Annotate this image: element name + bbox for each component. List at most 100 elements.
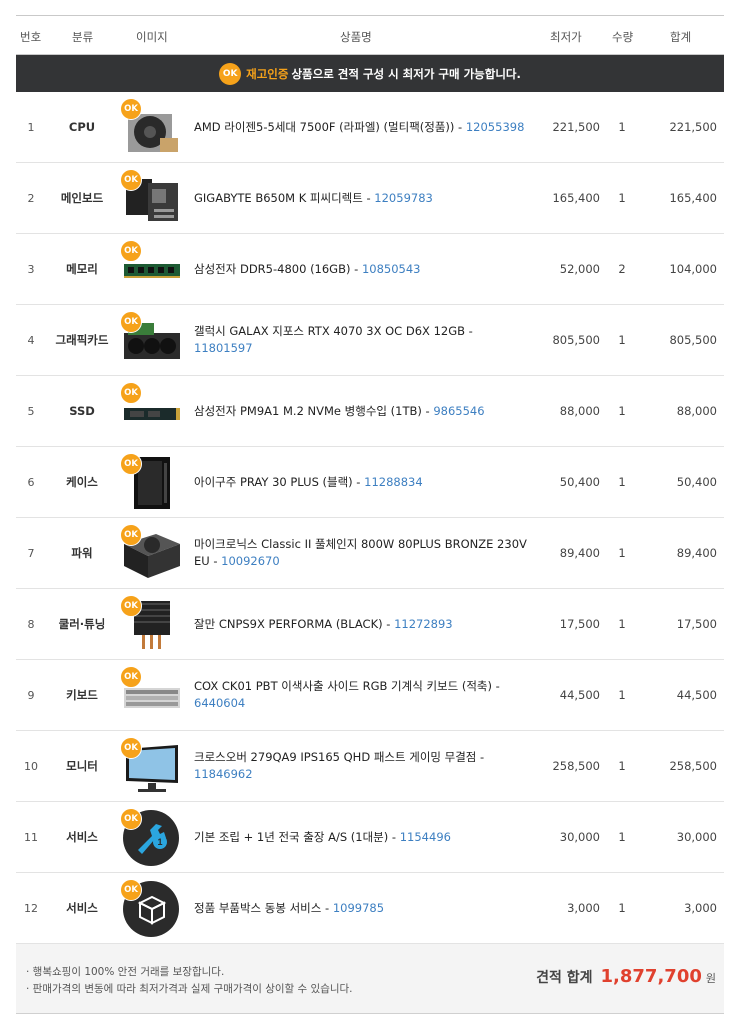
row-price: 89,400 <box>559 546 600 560</box>
product-code-link[interactable]: 9865546 <box>433 404 484 418</box>
product-code-link[interactable]: 11846962 <box>194 767 253 781</box>
stock-certified-banner: OK 재고인증 상품으로 견적 구성 시 최저가 구매 가능합니다. <box>16 55 724 92</box>
product-image[interactable]: OK 1 <box>120 808 182 866</box>
product-image[interactable]: OK <box>120 595 182 653</box>
row-price: 50,400 <box>559 475 600 489</box>
product-name: 기본 조립 + 1년 전국 출장 A/S (1대분) - 1154496 <box>194 829 451 844</box>
product-title: COX CK01 PBT 이색사출 사이드 RGB 기계식 키보드 (적축) <box>194 679 492 693</box>
row-sum: 104,000 <box>669 262 717 276</box>
header-qty: 수량 <box>612 30 634 44</box>
header-no: 번호 <box>20 30 42 44</box>
row-quantity: 1 <box>618 333 626 347</box>
product-code-link[interactable]: 10092670 <box>221 554 280 568</box>
ok-badge-icon: OK <box>120 595 142 617</box>
row-sum: 50,400 <box>676 475 717 489</box>
product-title: 갤럭시 GALAX 지포스 RTX 4070 3X OC D6X 12GB <box>194 324 466 338</box>
row-price: 165,400 <box>552 191 600 205</box>
row-quantity: 1 <box>618 546 626 560</box>
row-category: 쿨러·튜닝 <box>58 617 106 631</box>
header-image: 이미지 <box>136 30 168 44</box>
row-price: 805,500 <box>552 333 600 347</box>
table-row: 9 키보드 OK COX CK01 PBT 이색사출 사이드 RGB 기계식 키보드 … <box>16 660 724 731</box>
product-code-link[interactable]: 1099785 <box>333 901 384 915</box>
product-image[interactable]: OK <box>120 666 182 724</box>
row-sum: 3,000 <box>684 901 717 915</box>
product-title: 삼성전자 PM9A1 M.2 NVMe 병행수입 (1TB) <box>194 403 422 418</box>
row-number: 6 <box>27 475 35 489</box>
row-price: 17,500 <box>559 617 600 631</box>
product-code-link[interactable]: 12059783 <box>374 191 433 205</box>
product-name: AMD 라이젠5-5세대 7500F (라파엘) (멀티팩(정품)) - 120… <box>194 119 525 134</box>
ok-badge-icon: OK <box>120 382 142 404</box>
product-title: 기본 조립 + 1년 전국 출장 A/S (1대분) <box>194 829 389 844</box>
product-title: 아이구주 PRAY 30 PLUS (블랙) <box>194 474 353 489</box>
product-image[interactable]: OK <box>120 453 182 511</box>
product-title: GIGABYTE B650M K 피씨디렉트 <box>194 190 363 205</box>
estimate-total: 견적 합계 1,877,700 원 <box>536 966 716 987</box>
product-image[interactable]: OK <box>120 879 182 937</box>
table-row: 10 모니터 OK 크로스오버 279QA9 IPS165 QHD 패스트 게이밍 무… <box>16 731 724 802</box>
item-list: 1 CPU OK AMD 라이젠5-5세대 7500F (라파엘) (멀티팩(정품))… <box>16 92 724 944</box>
table-row: 3 메모리 OK 삼성전자 DDR5-4800 (16GB) - 10850543 52… <box>16 234 724 305</box>
row-quantity: 1 <box>618 688 626 702</box>
total-unit: 원 <box>705 972 716 985</box>
footer-note: · 판매가격의 변동에 따라 최저가격과 실제 구매가격이 상이할 수 있습니다… <box>26 983 353 995</box>
table-row: 7 파워 OK 마이크로닉스 Classic II 풀체인지 800W 80PLUS … <box>16 518 724 589</box>
row-category: 서비스 <box>66 830 98 844</box>
footer-note: · 행복쇼핑이 100% 안전 거래를 보장합니다. <box>26 966 225 978</box>
product-name: 삼성전자 PM9A1 M.2 NVMe 병행수입 (1TB) - 9865546 <box>194 403 485 418</box>
header-price: 최저가 <box>550 30 582 44</box>
row-quantity: 1 <box>618 759 626 773</box>
ok-badge-icon: OK <box>120 311 142 333</box>
product-image[interactable]: OK <box>120 169 182 227</box>
product-code-link[interactable]: 1154496 <box>400 830 451 844</box>
row-sum: 89,400 <box>676 546 717 560</box>
product-image[interactable]: OK <box>120 240 182 298</box>
product-code-link[interactable]: 11801597 <box>194 341 253 355</box>
row-quantity: 1 <box>618 901 626 915</box>
row-price: 52,000 <box>559 262 600 276</box>
header-sum: 합계 <box>670 30 692 44</box>
row-category: 메모리 <box>66 262 98 276</box>
row-price: 30,000 <box>559 830 600 844</box>
product-image[interactable]: OK <box>120 311 182 369</box>
row-number: 5 <box>27 404 35 418</box>
product-title: 잘만 CNPS9X PERFORMA (BLACK) <box>194 616 383 631</box>
row-price: 88,000 <box>559 404 600 418</box>
row-category: 키보드 <box>66 688 98 702</box>
row-price: 3,000 <box>567 901 600 915</box>
row-sum: 17,500 <box>676 617 717 631</box>
product-title: 크로스오버 279QA9 IPS165 QHD 패스트 게이밍 무결점 <box>194 750 477 764</box>
table-header: 번호 분류 이미지 상품명 최저가 수량 합계 <box>16 15 724 55</box>
row-category: 그래픽카드 <box>55 333 109 347</box>
row-number: 12 <box>24 901 38 915</box>
ok-badge-icon: OK <box>120 169 142 191</box>
table-row: 12 서비스 OK 정품 부품박스 동봉 서비스 - 1099785 3,000 1 3,0… <box>16 873 724 944</box>
row-category: SSD <box>69 404 95 418</box>
row-category: 케이스 <box>66 475 98 489</box>
product-title: 정품 부품박스 동봉 서비스 <box>194 900 322 915</box>
ok-badge-icon: OK <box>219 62 242 85</box>
product-name: GIGABYTE B650M K 피씨디렉트 - 12059783 <box>194 190 433 205</box>
table-row: 11 서비스 OK 1 기본 조립 + 1년 전국 출장 A/S (1대분) - 115… <box>16 802 724 873</box>
product-code-link[interactable]: 10850543 <box>362 262 421 276</box>
row-category: 파워 <box>71 546 93 560</box>
row-number: 9 <box>27 688 35 702</box>
product-code-link[interactable]: 11288834 <box>364 475 423 489</box>
header-name: 상품명 <box>340 30 372 44</box>
product-image[interactable]: OK <box>120 382 182 440</box>
footer-notes: · 행복쇼핑이 100% 안전 거래를 보장합니다. · 판매가격의 변동에 따… <box>26 964 353 998</box>
table-row: 4 그래픽카드 OK 갤럭시 GALAX 지포스 RTX 4070 3X OC D6X… <box>16 305 724 376</box>
row-sum: 30,000 <box>676 830 717 844</box>
product-image[interactable]: OK <box>120 524 182 582</box>
ok-badge-icon: OK <box>120 737 142 759</box>
row-quantity: 2 <box>618 262 626 276</box>
row-sum: 44,500 <box>676 688 717 702</box>
row-category: 메인보드 <box>60 191 104 205</box>
row-quantity: 1 <box>618 404 626 418</box>
product-name: 잘만 CNPS9X PERFORMA (BLACK) - 11272893 <box>194 616 453 631</box>
product-image[interactable]: OK <box>120 98 182 156</box>
product-image[interactable]: OK <box>120 737 182 795</box>
product-code-link[interactable]: 11272893 <box>394 617 453 631</box>
product-code-link[interactable]: 6440604 <box>194 696 245 710</box>
